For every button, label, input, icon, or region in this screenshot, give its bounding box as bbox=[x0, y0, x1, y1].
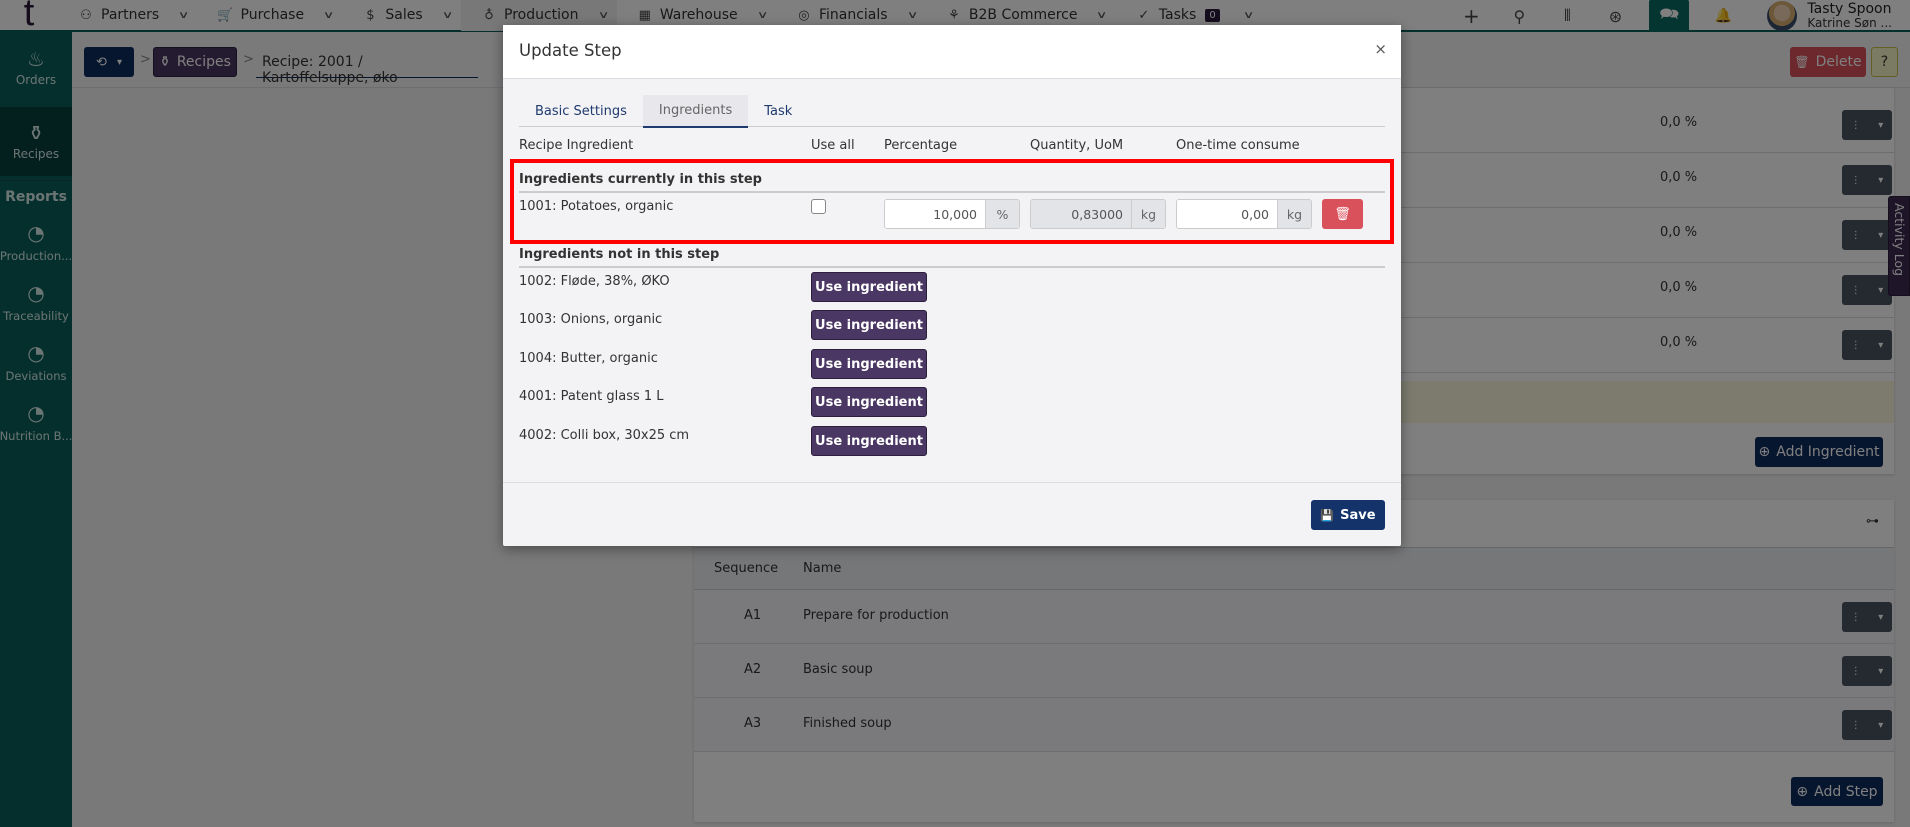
ingredient-name: 1003: Onions, organic bbox=[519, 312, 663, 327]
percentage-input-group: % bbox=[884, 199, 1020, 229]
tab-task[interactable]: Task bbox=[748, 95, 808, 127]
section-title-not-in-step: Ingredients not in this step bbox=[519, 247, 720, 262]
ingredient-name: 4002: Colli box, 30x25 cm bbox=[519, 428, 690, 443]
modal-tabs: Basic Settings Ingredients Task bbox=[519, 95, 1385, 128]
remove-ingredient-button[interactable]: 🗑 bbox=[1322, 199, 1363, 229]
divider bbox=[503, 482, 1401, 483]
one-time-consume-input[interactable] bbox=[1177, 200, 1277, 228]
save-label: Save bbox=[1340, 507, 1376, 523]
percentage-input[interactable] bbox=[885, 200, 985, 228]
column-header: Use all bbox=[811, 138, 855, 153]
modal-title: Update Step bbox=[519, 41, 622, 60]
quantity-input bbox=[1031, 200, 1131, 228]
ingredient-name: 1001: Potatoes, organic bbox=[519, 199, 674, 214]
save-icon: 💾 bbox=[1320, 508, 1335, 522]
use-all-checkbox[interactable] bbox=[811, 199, 826, 214]
use-ingredient-button[interactable]: Use ingredient bbox=[811, 310, 927, 340]
use-ingredient-button[interactable]: Use ingredient bbox=[811, 426, 927, 456]
column-header: Percentage bbox=[884, 138, 958, 153]
use-ingredient-button[interactable]: Use ingredient bbox=[811, 387, 927, 417]
quantity-input-group: kg bbox=[1030, 199, 1166, 229]
modal-header: Update Step × bbox=[503, 25, 1401, 79]
column-header: Recipe Ingredient bbox=[519, 138, 634, 153]
one-time-consume-unit: kg bbox=[1277, 200, 1311, 228]
column-header: One-time consume bbox=[1176, 138, 1300, 153]
ingredient-name: 1004: Butter, organic bbox=[519, 351, 658, 366]
close-icon[interactable]: × bbox=[1374, 40, 1387, 58]
save-button[interactable]: 💾 Save bbox=[1311, 500, 1385, 530]
tab-basic-settings[interactable]: Basic Settings bbox=[519, 95, 643, 127]
use-ingredient-button[interactable]: Use ingredient bbox=[811, 349, 927, 379]
divider bbox=[519, 266, 1385, 268]
percentage-unit: % bbox=[985, 200, 1019, 228]
update-step-dialog: Update Step × Basic Settings Ingredients… bbox=[503, 25, 1401, 546]
ingredient-name: 4001: Patent glass 1 L bbox=[519, 389, 664, 404]
quantity-unit: kg bbox=[1131, 200, 1165, 228]
section-title-in-step: Ingredients currently in this step bbox=[519, 172, 762, 187]
ingredient-name: 1002: Fløde, 38%, ØKO bbox=[519, 274, 670, 289]
use-ingredient-button[interactable]: Use ingredient bbox=[811, 272, 927, 302]
divider bbox=[519, 191, 1385, 193]
trash-icon: 🗑 bbox=[1334, 206, 1351, 222]
column-header: Quantity, UoM bbox=[1030, 138, 1124, 153]
one-time-consume-input-group: kg bbox=[1176, 199, 1312, 229]
tab-ingredients[interactable]: Ingredients bbox=[642, 95, 749, 128]
